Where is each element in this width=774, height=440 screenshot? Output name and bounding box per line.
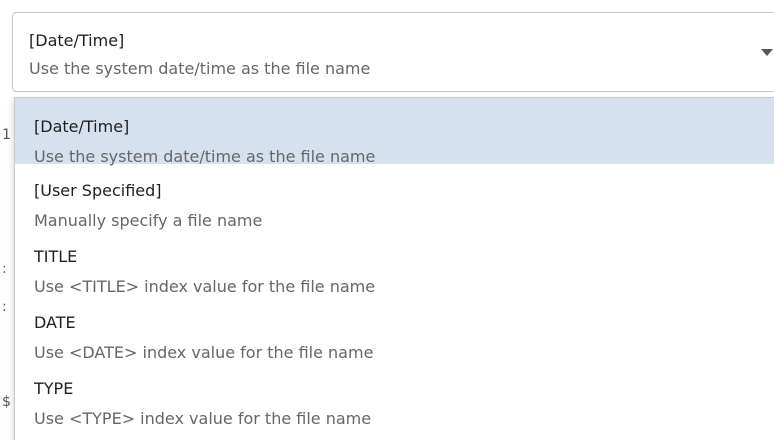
option-description: Manually specify a file name <box>34 211 263 230</box>
caret-down-icon[interactable] <box>761 49 773 56</box>
dropdown-option-date[interactable]: DATE Use <DATE> index value for the file… <box>15 296 774 362</box>
file-name-dropdown-list: [Date/Time] Use the system date/time as … <box>14 97 774 440</box>
option-description: Use <DATE> index value for the file name <box>34 343 374 362</box>
option-title: [Date/Time] <box>34 117 130 136</box>
background-text-fragment: $ <box>2 394 11 410</box>
combobox-selected-title: [Date/Time] <box>29 31 125 50</box>
option-title: TITLE <box>34 247 78 266</box>
option-title: DATE <box>34 313 76 332</box>
dropdown-option-user-specified[interactable]: [User Specified] Manually specify a file… <box>15 164 774 230</box>
background-text-fragment: 1 <box>2 127 11 143</box>
option-description: Use <TITLE> index value for the file nam… <box>34 277 376 296</box>
combobox-selected-description: Use the system date/time as the file nam… <box>29 59 371 78</box>
background-text-fragment: : <box>2 299 7 315</box>
option-title: [User Specified] <box>34 181 162 200</box>
option-description: Use <TYPE> index value for the file name <box>34 409 372 428</box>
dropdown-option-title[interactable]: TITLE Use <TITLE> index value for the fi… <box>15 230 774 296</box>
option-title: TYPE <box>34 379 74 398</box>
dropdown-option-type[interactable]: TYPE Use <TYPE> index value for the file… <box>15 362 774 428</box>
dropdown-option-date-time[interactable]: [Date/Time] Use the system date/time as … <box>15 98 774 166</box>
background-text-fragment: : <box>2 261 7 277</box>
file-name-picker: 1 : : $ [Date/Time] Use the system date/… <box>0 0 774 440</box>
file-name-combobox[interactable]: [Date/Time] Use the system date/time as … <box>12 12 774 92</box>
